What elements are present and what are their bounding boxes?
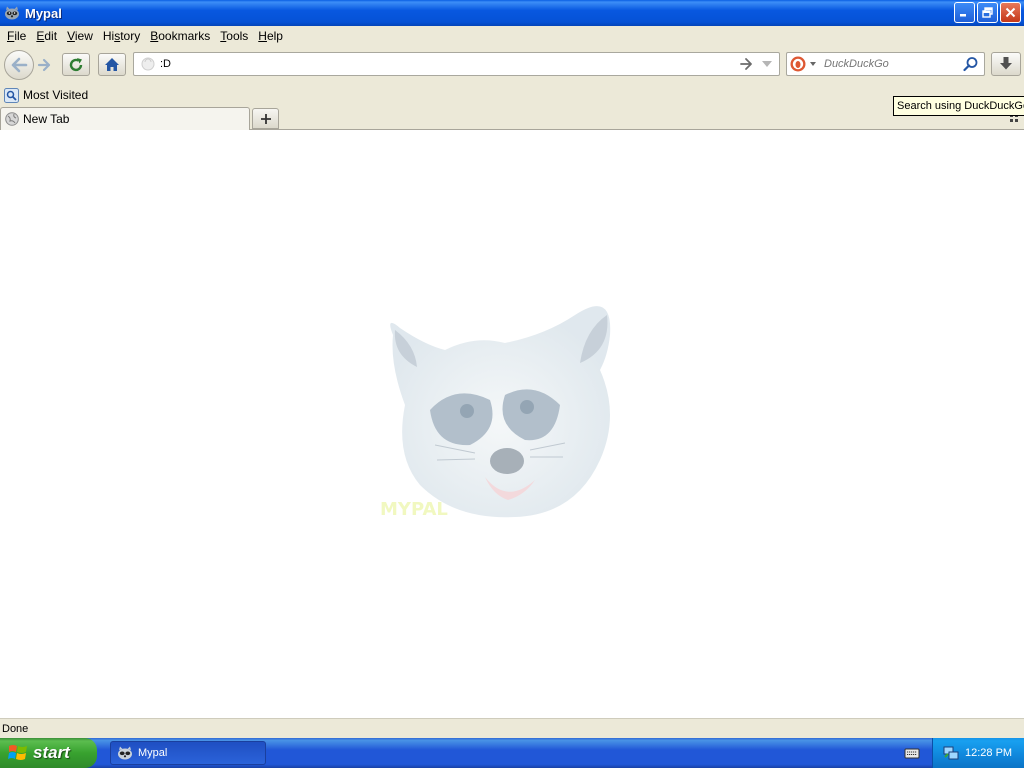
menu-bookmarks[interactable]: Bookmarks <box>145 26 215 46</box>
tab-strip: New Tab <box>0 106 1024 130</box>
taskbar: start Mypal 12:28 PM <box>0 738 1024 768</box>
forward-button[interactable] <box>34 56 54 74</box>
raccoon-icon <box>4 5 20 21</box>
restore-icon <box>982 7 993 18</box>
bookmarks-toolbar: Most Visited <box>0 84 1024 106</box>
close-button[interactable] <box>1000 2 1021 23</box>
close-icon <box>1005 7 1016 18</box>
globe-icon <box>5 112 19 126</box>
url-history-dropdown-icon[interactable] <box>761 57 773 72</box>
back-button[interactable] <box>4 50 34 80</box>
menu-bar: File Edit View History Bookmarks Tools H… <box>0 26 1024 46</box>
bookmark-label: Most Visited <box>23 88 89 102</box>
menu-edit[interactable]: Edit <box>31 26 62 46</box>
back-arrow-icon <box>11 57 28 73</box>
menu-file[interactable]: File <box>2 26 31 46</box>
url-bar[interactable] <box>133 52 780 76</box>
menu-help[interactable]: Help <box>253 26 288 46</box>
search-bar[interactable] <box>786 52 985 76</box>
page-content: MYPAL <box>0 130 1024 718</box>
duckduckgo-icon <box>790 56 806 72</box>
network-icon[interactable] <box>943 745 959 761</box>
taskbar-item-label: Mypal <box>138 747 168 759</box>
url-input[interactable] <box>160 58 720 70</box>
status-bar: Done <box>0 718 1024 738</box>
bookmark-most-visited[interactable]: Most Visited <box>4 87 89 103</box>
minimize-icon <box>960 14 966 17</box>
clock: 12:28 PM <box>965 747 1013 759</box>
search-tooltip: Search using DuckDuckGo <box>893 96 1024 116</box>
home-icon <box>105 58 119 71</box>
downloads-button[interactable] <box>991 52 1021 76</box>
windows-logo-icon <box>8 745 27 760</box>
plus-icon <box>260 113 271 124</box>
search-icon[interactable] <box>963 56 979 75</box>
download-icon <box>1000 57 1012 70</box>
start-button[interactable]: start <box>0 738 97 768</box>
reload-icon <box>69 57 83 71</box>
minimize-button[interactable] <box>954 2 975 23</box>
new-tab-button[interactable] <box>252 108 279 129</box>
search-engine-selector[interactable] <box>790 54 818 74</box>
forward-arrow-icon <box>37 58 51 72</box>
window-title: Mypal <box>25 5 62 21</box>
go-arrow-icon[interactable] <box>739 57 753 74</box>
restore-button[interactable] <box>977 2 998 23</box>
navigation-toolbar <box>0 47 1024 81</box>
mypal-logo-text: MYPAL <box>380 499 448 520</box>
menu-history[interactable]: History <box>98 26 145 46</box>
system-tray: 12:28 PM <box>932 738 1024 768</box>
raccoon-icon <box>118 746 132 760</box>
taskbar-item-mypal[interactable]: Mypal <box>110 741 266 765</box>
tab-new-tab[interactable]: New Tab <box>0 107 250 130</box>
bookmark-folder-icon <box>4 87 19 103</box>
start-label: start <box>33 743 70 762</box>
site-identity-icon[interactable] <box>140 56 156 72</box>
tab-label: New Tab <box>23 112 70 126</box>
menu-view[interactable]: View <box>62 26 98 46</box>
search-input[interactable] <box>824 58 964 70</box>
mypal-raccoon-logo: MYPAL <box>375 295 620 525</box>
chevron-down-icon <box>810 62 816 66</box>
reload-button[interactable] <box>62 53 90 76</box>
window-titlebar[interactable]: Mypal <box>0 0 1024 26</box>
status-text: Done <box>2 722 29 735</box>
menu-tools[interactable]: Tools <box>215 26 253 46</box>
home-button[interactable] <box>98 53 126 76</box>
keyboard-icon[interactable] <box>904 746 920 760</box>
